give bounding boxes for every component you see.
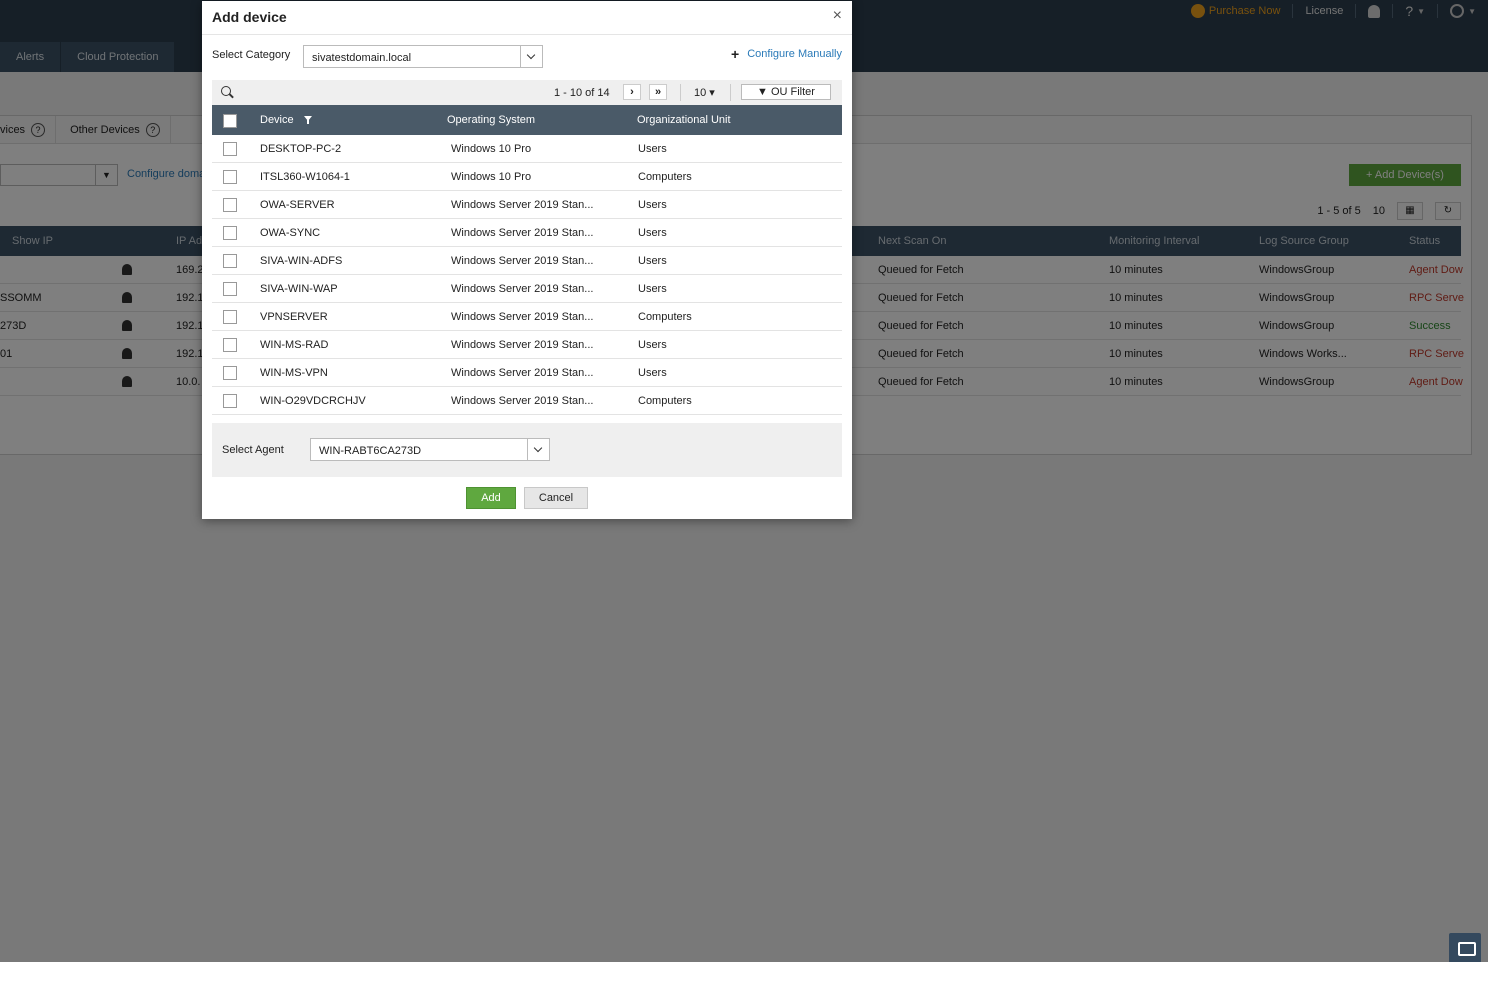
col-organizational-unit[interactable]: Organizational Unit	[637, 114, 731, 126]
cancel-button[interactable]: Cancel	[524, 487, 588, 509]
close-icon[interactable]: ×	[833, 7, 842, 25]
table-row[interactable]: SIVA-WIN-WAP Windows Server 2019 Stan...…	[212, 275, 842, 303]
cell-device: VPNSERVER	[260, 311, 328, 323]
table-row[interactable]: WIN-MS-RAD Windows Server 2019 Stan... U…	[212, 331, 842, 359]
divider	[680, 84, 681, 101]
cell-os: Windows 10 Pro	[451, 171, 532, 183]
plus-icon: +	[731, 46, 740, 62]
table-row[interactable]: OWA-SYNC Windows Server 2019 Stan... Use…	[212, 219, 842, 247]
category-select[interactable]: sivatestdomain.local	[303, 45, 543, 68]
cell-ou: Users	[638, 367, 667, 379]
cell-device: WIN-MS-VPN	[260, 367, 328, 379]
table-row[interactable]: WIN-MS-VPN Windows Server 2019 Stan... U…	[212, 359, 842, 387]
cell-os: Windows Server 2019 Stan...	[451, 367, 594, 379]
cell-os: Windows Server 2019 Stan...	[451, 227, 594, 239]
add-button[interactable]: Add	[466, 487, 516, 509]
search-icon[interactable]	[221, 86, 231, 96]
table-row[interactable]: SIVA-WIN-ADFS Windows Server 2019 Stan..…	[212, 247, 842, 275]
table-row[interactable]: VPNSERVER Windows Server 2019 Stan... Co…	[212, 303, 842, 331]
table-row[interactable]: OWA-SERVER Windows Server 2019 Stan... U…	[212, 191, 842, 219]
divider	[202, 34, 852, 35]
category-value: sivatestdomain.local	[312, 52, 412, 64]
chevron-down-icon[interactable]	[520, 46, 542, 67]
cell-device: SIVA-WIN-WAP	[260, 283, 338, 295]
agent-section: Select Agent WIN-RABT6CA273D	[212, 423, 842, 477]
cell-ou: Computers	[638, 311, 692, 323]
cell-os: Windows Server 2019 Stan...	[451, 199, 594, 211]
cell-ou: Users	[638, 339, 667, 351]
cell-device: WIN-MS-RAD	[260, 339, 329, 351]
row-checkbox[interactable]	[223, 198, 237, 212]
row-checkbox[interactable]	[223, 366, 237, 380]
row-checkbox[interactable]	[223, 282, 237, 296]
row-checkbox[interactable]	[223, 310, 237, 324]
last-page-button[interactable]: »	[649, 84, 667, 100]
next-page-button[interactable]: ›	[623, 84, 641, 100]
configure-manually-label: Configure Manually	[747, 48, 842, 60]
select-category-label: Select Category	[212, 49, 291, 61]
configure-manually-link[interactable]: + Configure Manually	[731, 46, 842, 62]
row-checkbox[interactable]	[223, 254, 237, 268]
cell-device: OWA-SYNC	[260, 227, 321, 239]
col-device[interactable]: Device	[260, 114, 294, 126]
cell-ou: Computers	[638, 171, 692, 183]
app-background: Purchase Now License ?▼ ▼ Alerts Cloud P…	[0, 0, 1488, 962]
row-checkbox[interactable]	[223, 142, 237, 156]
cell-device: SIVA-WIN-ADFS	[260, 255, 343, 267]
agent-value: WIN-RABT6CA273D	[319, 445, 422, 457]
cell-os: Windows Server 2019 Stan...	[451, 339, 594, 351]
add-device-dialog: Add device × Select Category sivatestdom…	[202, 1, 852, 519]
select-all-checkbox[interactable]	[223, 114, 237, 128]
grid-toolbar: 1 - 10 of 14 › » 10 ▾ ▼ OU Filter	[212, 80, 842, 105]
row-checkbox[interactable]	[223, 226, 237, 240]
cell-os: Windows Server 2019 Stan...	[451, 395, 594, 407]
pager-text: 1 - 10 of 14	[554, 87, 610, 99]
cell-os: Windows Server 2019 Stan...	[451, 255, 594, 267]
cell-ou: Users	[638, 199, 667, 211]
agent-select[interactable]: WIN-RABT6CA273D	[310, 438, 550, 461]
cell-ou: Users	[638, 143, 667, 155]
cell-os: Windows 10 Pro	[451, 143, 532, 155]
dialog-title: Add device	[212, 9, 287, 25]
cell-device: DESKTOP-PC-2	[260, 143, 342, 155]
cell-device: OWA-SERVER	[260, 199, 335, 211]
select-agent-label: Select Agent	[222, 444, 284, 456]
cell-ou: Computers	[638, 395, 692, 407]
row-checkbox[interactable]	[223, 170, 237, 184]
device-table-header: Device Operating System Organizational U…	[212, 105, 842, 135]
table-row[interactable]: DESKTOP-PC-2 Windows 10 Pro Users	[212, 135, 842, 163]
row-checkbox[interactable]	[223, 394, 237, 408]
filter-icon[interactable]	[304, 116, 312, 124]
chevron-down-icon[interactable]	[527, 439, 549, 460]
cell-ou: Users	[638, 255, 667, 267]
cell-ou: Users	[638, 283, 667, 295]
per-page-select[interactable]: 10 ▾	[694, 86, 715, 99]
cell-device: WIN-O29VDCRCHJV	[260, 395, 366, 407]
row-checkbox[interactable]	[223, 338, 237, 352]
cell-os: Windows Server 2019 Stan...	[451, 311, 594, 323]
col-operating-system[interactable]: Operating System	[447, 114, 535, 126]
cell-device: ITSL360-W1064-1	[260, 171, 350, 183]
ou-filter-button[interactable]: ▼ OU Filter	[741, 84, 831, 100]
table-row[interactable]: ITSL360-W1064-1 Windows 10 Pro Computers	[212, 163, 842, 191]
divider	[730, 84, 731, 101]
cell-ou: Users	[638, 227, 667, 239]
table-row[interactable]: WIN-O29VDCRCHJV Windows Server 2019 Stan…	[212, 387, 842, 415]
cell-os: Windows Server 2019 Stan...	[451, 283, 594, 295]
chat-icon[interactable]	[1449, 933, 1481, 962]
